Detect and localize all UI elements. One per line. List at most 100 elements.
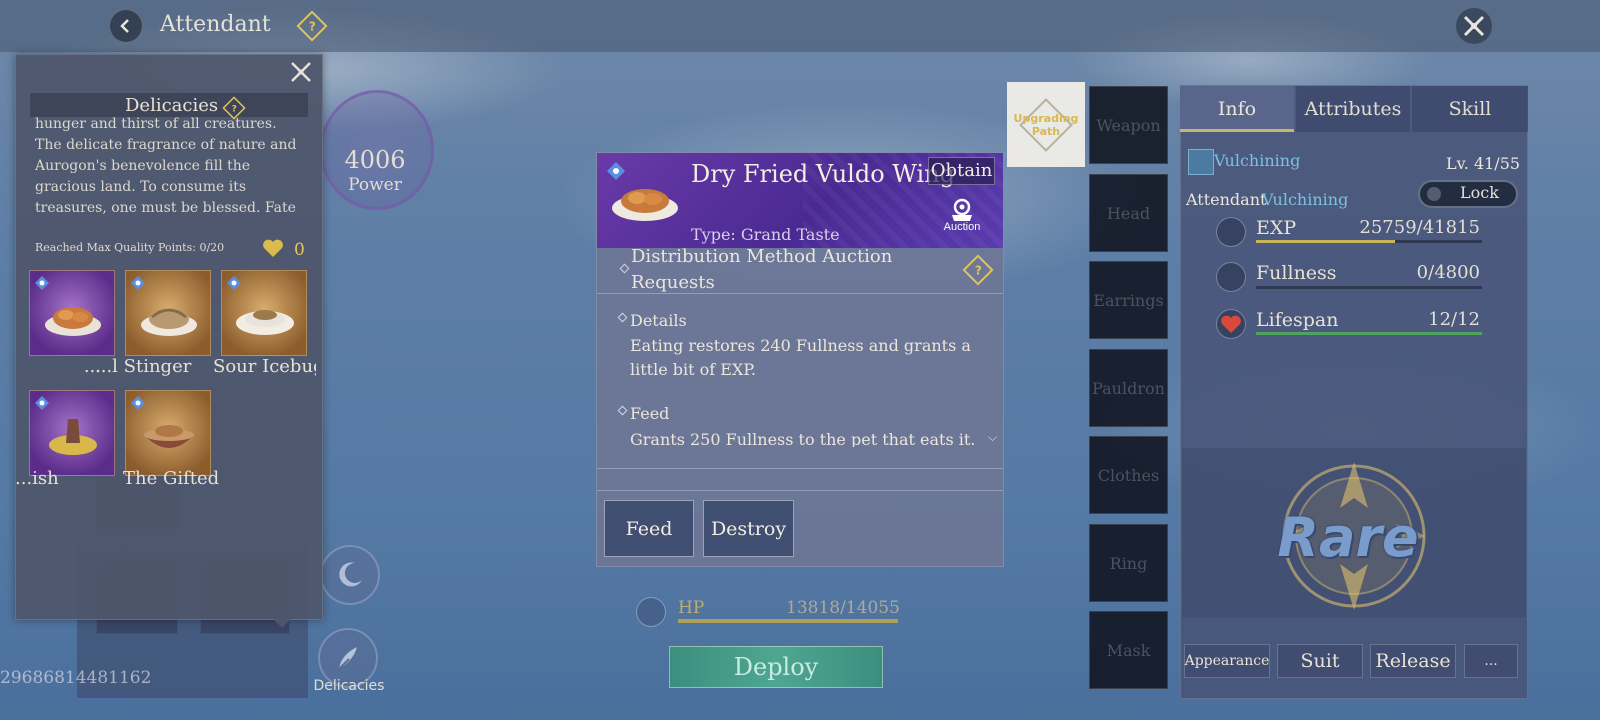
more-button[interactable]: ... (1464, 644, 1518, 678)
delicacies-button-label: Delicacies (313, 678, 385, 694)
release-button[interactable]: Release (1370, 644, 1456, 678)
equip-slot-ring[interactable]: Ring (1089, 524, 1168, 602)
delicacies-title: Delicacies (125, 95, 219, 116)
destroy-button[interactable]: Destroy (703, 500, 794, 557)
exp-bar (1256, 240, 1482, 243)
back-button[interactable] (109, 9, 143, 43)
tab-info[interactable]: Info (1180, 86, 1294, 132)
tab-skill[interactable]: Skill (1412, 86, 1528, 132)
attendant-label: Attendant (1186, 190, 1267, 209)
equip-slot-pauldron[interactable]: Pauldron (1089, 349, 1168, 427)
item-name: Dry Fried Vuldo Wing (691, 160, 956, 188)
delicacies-description: hunger and thirst of all creatures. The … (35, 116, 297, 222)
quality-badge-icon (131, 276, 145, 290)
item-type: Type: Grand Taste (691, 225, 840, 244)
delicacy-item[interactable] (29, 390, 115, 476)
heart-count: 0 (294, 240, 305, 260)
details-title: Details (630, 311, 687, 330)
stat-name: Lifespan (1256, 309, 1339, 331)
obtain-button[interactable]: Obtain (928, 157, 995, 185)
divider (597, 490, 1003, 491)
fried-wing-icon (612, 189, 678, 221)
close-button[interactable] (1456, 8, 1492, 44)
power-label: Power (348, 175, 402, 195)
feed-body: Grants 250 Fullness to the pet that eats… (630, 430, 976, 447)
quality-badge-icon (227, 276, 241, 290)
exp-icon (1216, 217, 1246, 247)
stat-value: 12/12 (1428, 309, 1480, 330)
hp-bar (678, 619, 898, 623)
delicacies-grid: ... ...l Stinger Sour Icebug ...ish The … (15, 262, 316, 502)
stinger-dish-icon (141, 308, 197, 336)
appearance-button[interactable]: Appearance (1184, 644, 1270, 678)
fried-wing-icon (45, 307, 101, 336)
delicacy-item[interactable] (29, 270, 115, 356)
quality-points: Reached Max Quality Points: 0/20 (35, 241, 225, 254)
page-title: Attendant (160, 12, 271, 37)
quality-badge-icon (131, 396, 145, 410)
fullness-icon (1216, 262, 1246, 292)
panel-pointer (272, 618, 292, 628)
equip-slot-head[interactable]: Head (1089, 174, 1168, 252)
upgrading-path-label: Upgrading Path (1013, 111, 1079, 138)
stat-name: Fullness (1256, 262, 1337, 284)
delicacy-label: The Gifted (123, 468, 220, 489)
rarity-label: Rare (1277, 506, 1419, 569)
stat-name: EXP (1256, 217, 1297, 239)
gifted-bowl-icon (144, 425, 194, 448)
moon-icon (339, 562, 362, 587)
auction-label: Auction (943, 221, 981, 233)
lock-label: Lock (1460, 183, 1499, 202)
soup-bowl-icon (49, 419, 97, 455)
fullness-bar (1256, 286, 1482, 289)
hp-value: 13818/14055 (786, 598, 900, 618)
feed-button[interactable]: Feed (604, 500, 694, 557)
scroll-down-icon[interactable]: ⌵ (988, 430, 997, 445)
exp-bar-fill (1256, 240, 1396, 243)
feed-title: Feed (630, 404, 670, 423)
lifespan-bar-fill (1256, 332, 1482, 335)
heart-icon (263, 239, 283, 257)
equip-slot-mask[interactable]: Mask (1089, 611, 1168, 689)
delicacy-label: ... (83, 356, 101, 377)
quality-badge-icon (35, 396, 49, 410)
upgrading-path-button[interactable]: Upgrading Path (1007, 82, 1085, 167)
lifespan-heart-icon (1216, 309, 1246, 339)
pet-level: Lv. 41/55 (1446, 154, 1521, 173)
suit-button[interactable]: Suit (1277, 644, 1363, 678)
delicacy-item[interactable] (125, 270, 211, 356)
details-body: Eating restores 240 Fullness and grants … (630, 336, 971, 379)
power-value: 4006 (344, 146, 406, 174)
delicacy-label: ...l Stinger (95, 356, 192, 377)
pet-name: Vulchining (1214, 151, 1301, 170)
icebug-dish-icon (236, 310, 294, 335)
equip-slot-clothes[interactable]: Clothes (1089, 436, 1168, 514)
hp-drop-icon (636, 597, 666, 627)
lifespan-bar (1256, 332, 1482, 335)
divider (597, 293, 1003, 294)
deploy-button[interactable]: Deploy (669, 646, 883, 688)
delicacy-item[interactable] (125, 390, 211, 476)
heart-icon (1221, 315, 1241, 333)
tab-attributes[interactable]: Attributes (1296, 86, 1410, 132)
equip-slot-earrings[interactable]: Earrings (1089, 261, 1168, 339)
auction-icon (952, 198, 972, 221)
pet-class-icon (1188, 149, 1214, 175)
delicacy-label: Sour Icebug (213, 356, 316, 377)
stat-value: 0/4800 (1416, 262, 1480, 283)
back-arrow-icon (120, 19, 129, 33)
equip-slot-weapon[interactable]: Weapon (1089, 86, 1168, 164)
attendant-name: Vulchining (1262, 190, 1349, 209)
lock-toggle-knob (1427, 187, 1441, 201)
feather-icon (336, 647, 357, 672)
distribution-method: Distribution Method Auction Requests (631, 246, 893, 293)
attendant-id: 29686814481162 (0, 668, 152, 688)
quality-badge-icon (35, 276, 49, 290)
delicacy-item[interactable] (221, 270, 307, 356)
active-tab-indicator (1180, 129, 1294, 132)
moon-button[interactable] (320, 545, 380, 605)
stat-value: 25759/41815 (1359, 217, 1480, 238)
close-icon[interactable] (289, 60, 313, 84)
divider (597, 468, 1003, 469)
close-icon (1463, 15, 1485, 37)
